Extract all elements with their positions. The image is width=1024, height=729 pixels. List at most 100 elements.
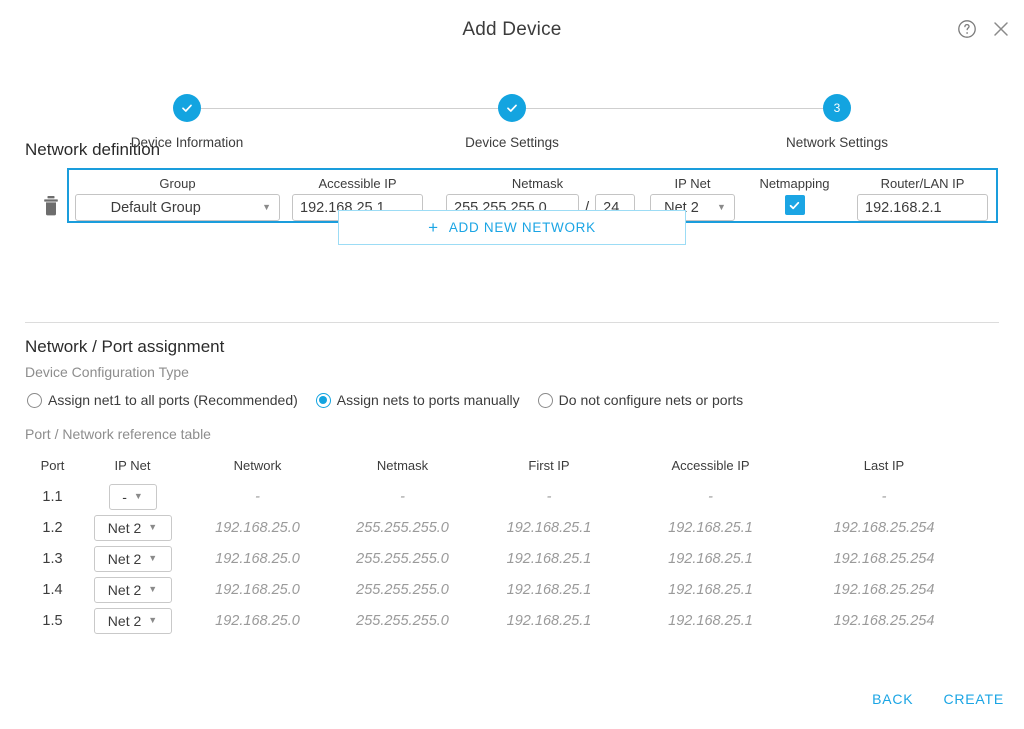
radio-do-not-configure[interactable]: Do not configure nets or ports: [537, 392, 744, 408]
field-group: Group Default Group ▼: [75, 176, 280, 221]
chevron-down-icon: ▼: [717, 202, 726, 212]
col-header-network: Network: [233, 458, 282, 473]
radio-assign-nets-manually[interactable]: Assign nets to ports manually: [315, 392, 520, 408]
cell-accessible-ip: 192.168.25.1: [668, 550, 753, 567]
table-header-row: Port IP Net Network Netmask First IP Acc…: [25, 458, 970, 481]
cell-netmask: 255.255.255.0: [356, 550, 449, 567]
step-1-marker: [173, 94, 201, 122]
port-ip-net-select[interactable]: Net 2 ▼: [93, 576, 172, 603]
accessible-ip-label: Accessible IP: [318, 176, 397, 191]
cell-last-ip: 192.168.25.254: [833, 612, 935, 629]
step-3-marker: 3: [823, 94, 851, 122]
section-divider: [25, 322, 999, 323]
radio-icon: [27, 392, 42, 408]
port-ip-net-value: Net 2: [107, 612, 142, 629]
group-select[interactable]: Default Group ▼: [75, 194, 280, 221]
chevron-down-icon: ▼: [133, 491, 143, 501]
cell-first-ip: 192.168.25.1: [506, 581, 592, 598]
port-assignment-title: Network / Port assignment: [25, 337, 225, 356]
close-icon[interactable]: [990, 18, 1012, 40]
step-2-marker: [498, 94, 526, 122]
create-button[interactable]: CREATE: [941, 687, 1006, 711]
port-ip-net-select[interactable]: - ▼: [108, 483, 157, 510]
cell-network: -: [255, 488, 260, 505]
group-label: Group: [159, 176, 196, 191]
back-button[interactable]: BACK: [870, 687, 915, 711]
netmapping-checkbox[interactable]: [784, 195, 805, 215]
cell-last-ip: 192.168.25.254: [833, 581, 935, 598]
dialog-header: Add Device: [0, 0, 1024, 46]
col-header-first-ip: First IP: [528, 458, 570, 473]
port-ip-net-select[interactable]: Net 2 ▼: [93, 514, 172, 541]
col-header-port: Port: [40, 458, 65, 473]
step-2-label: Device Settings: [465, 135, 559, 150]
chevron-down-icon: ▼: [148, 615, 158, 625]
header-actions: [956, 18, 1012, 40]
add-new-network-label: ADD NEW NETWORK: [448, 220, 596, 235]
table-row: 1.3 Net 2 ▼ 192.168.25.0 255.255.255.0 1…: [25, 543, 970, 574]
cell-ip-net: Net 2 ▼: [80, 605, 185, 636]
cell-accessible-ip: -: [708, 488, 713, 505]
cell-netmask: 255.255.255.0: [356, 612, 449, 629]
col-header-last-ip: Last IP: [863, 458, 905, 473]
step-network-settings[interactable]: 3 Network Settings: [747, 94, 927, 150]
cell-ip-net: Net 2 ▼: [80, 512, 185, 543]
router-lan-ip-label: Router/LAN IP: [880, 176, 965, 191]
chevron-down-icon: ▼: [148, 584, 158, 594]
add-new-network-button[interactable]: + ADD NEW NETWORK: [338, 210, 686, 245]
cell-port: 1.2: [42, 519, 63, 536]
page-title: Add Device: [462, 19, 562, 40]
cell-netmask: 255.255.255.0: [356, 581, 449, 598]
cell-last-ip: 192.168.25.254: [833, 519, 935, 536]
cell-accessible-ip: 192.168.25.1: [668, 581, 753, 598]
plus-icon: +: [428, 218, 439, 237]
chevron-down-icon: ▼: [148, 553, 158, 563]
chevron-down-icon: ▼: [148, 522, 158, 532]
radio-icon-selected: [315, 392, 331, 408]
cell-first-ip: 192.168.25.1: [506, 550, 592, 567]
cell-ip-net: - ▼: [80, 481, 185, 512]
cell-netmask: -: [400, 488, 405, 505]
radio-assign-nets-manually-label: Assign nets to ports manually: [336, 392, 520, 408]
cell-first-ip: 192.168.25.1: [506, 612, 592, 629]
port-network-reference-table: Port IP Net Network Netmask First IP Acc…: [25, 458, 970, 636]
trash-icon[interactable]: [42, 195, 60, 217]
field-router-lan-ip: Router/LAN IP: [857, 176, 988, 221]
radio-do-not-configure-label: Do not configure nets or ports: [558, 392, 744, 408]
port-ip-net-select[interactable]: Net 2 ▼: [93, 545, 172, 572]
cell-first-ip: 192.168.25.1: [506, 519, 592, 536]
cell-ip-net: Net 2 ▼: [80, 574, 185, 605]
radio-icon: [537, 392, 553, 408]
cell-network: 192.168.25.0: [215, 519, 300, 536]
cell-port: 1.4: [42, 581, 63, 598]
step-device-information[interactable]: Device Information: [97, 94, 277, 150]
step-1-label: Device Information: [130, 135, 244, 150]
step-3-label: Network Settings: [785, 135, 889, 150]
cell-network: 192.168.25.0: [215, 612, 300, 629]
cell-accessible-ip: 192.168.25.1: [668, 612, 753, 629]
table-row: 1.5 Net 2 ▼ 192.168.25.0 255.255.255.0 1…: [25, 605, 970, 636]
cell-accessible-ip: 192.168.25.1: [668, 519, 753, 536]
col-header-netmask: Netmask: [376, 458, 429, 473]
port-ip-net-value: Net 2: [107, 550, 142, 567]
table-row: 1.4 Net 2 ▼ 192.168.25.0 255.255.255.0 1…: [25, 574, 970, 605]
cell-port: 1.5: [42, 612, 63, 629]
netmapping-label: Netmapping: [759, 176, 830, 191]
chevron-down-icon: ▼: [262, 202, 271, 212]
field-netmapping: Netmapping: [748, 176, 841, 215]
group-select-value: Default Group: [110, 199, 201, 216]
table-row: 1.2 Net 2 ▼ 192.168.25.0 255.255.255.0 1…: [25, 512, 970, 543]
port-ip-net-value: -: [122, 488, 127, 505]
cell-network: 192.168.25.0: [215, 581, 300, 598]
cell-last-ip: -: [881, 488, 887, 505]
cell-port: 1.3: [42, 550, 63, 567]
cell-network: 192.168.25.0: [215, 550, 300, 567]
router-lan-ip-input[interactable]: [857, 194, 988, 221]
table-row: 1.1 - ▼ - - - - -: [25, 481, 970, 512]
help-circle-icon[interactable]: [956, 18, 978, 40]
cell-ip-net: Net 2 ▼: [80, 543, 185, 574]
port-ip-net-select[interactable]: Net 2 ▼: [93, 607, 172, 634]
radio-assign-net1-all-ports[interactable]: Assign net1 to all ports (Recommended): [27, 392, 298, 408]
col-header-accessible-ip: Accessible IP: [671, 458, 750, 473]
step-device-settings[interactable]: Device Settings: [422, 94, 602, 150]
